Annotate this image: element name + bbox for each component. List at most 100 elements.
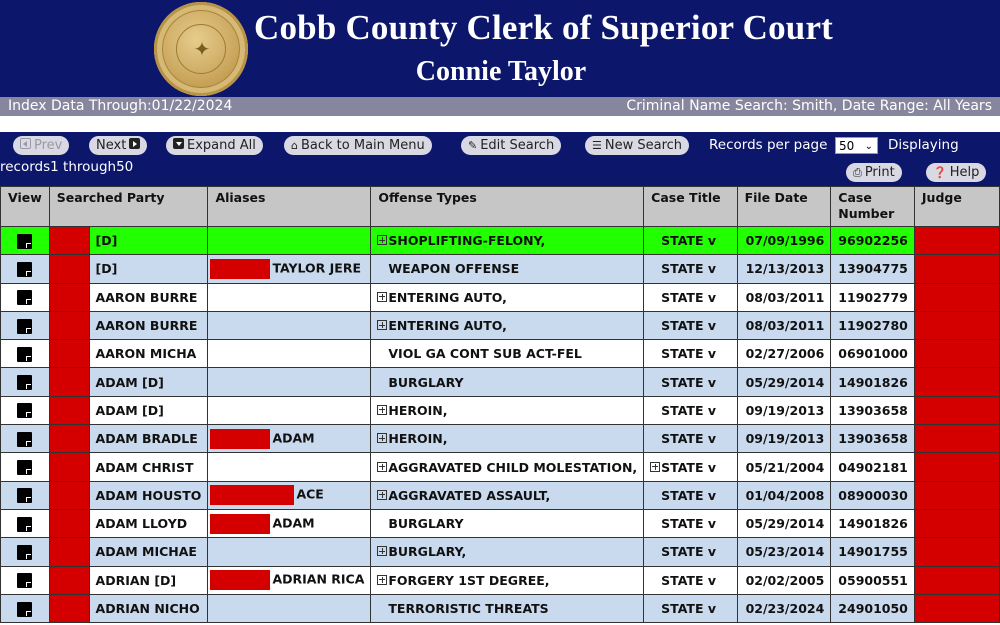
expand-all-button[interactable]: Expand All [166, 136, 263, 155]
view-document-icon[interactable] [17, 375, 33, 391]
file-date: 09/19/2013 [736, 424, 832, 454]
redacted-party-name [48, 395, 90, 426]
view-document-icon[interactable] [17, 261, 33, 277]
view-document-icon[interactable] [17, 460, 33, 476]
searched-party[interactable]: ADAM HOUSTO [88, 480, 209, 510]
case-title: STATE v [643, 282, 738, 312]
view-cell[interactable] [0, 282, 50, 312]
case-number[interactable]: 06901000 [830, 339, 915, 369]
case-number[interactable]: 14901755 [830, 537, 915, 567]
expand-plus-icon[interactable] [377, 404, 388, 415]
searched-party[interactable]: AARON MICHA [88, 339, 209, 369]
searched-party[interactable]: AARON BURRE [88, 282, 209, 312]
view-cell[interactable] [0, 395, 50, 426]
case-number[interactable]: 04902181 [830, 452, 915, 482]
col-aliases[interactable]: Aliases [207, 186, 372, 227]
case-number[interactable]: 24901050 [830, 593, 915, 624]
col-searched-party[interactable]: Searched Party [48, 186, 209, 227]
view-document-icon[interactable] [17, 290, 33, 306]
searched-party[interactable]: AARON BURRE [88, 310, 209, 341]
help-button[interactable]: ❓ Help [926, 163, 987, 182]
table-row: ADAM MICHAE BURGLARY, STATE v 05/23/2014 149… [0, 537, 1000, 567]
prev-button[interactable]: Prev [13, 136, 70, 155]
edit-search-button[interactable]: ✎ Edit Search [461, 136, 562, 155]
expand-plus-icon[interactable] [377, 433, 388, 444]
case-number[interactable]: 13904775 [830, 254, 915, 284]
case-number[interactable]: 05900551 [830, 565, 915, 595]
searched-party[interactable]: ADAM [D] [88, 395, 209, 426]
view-cell[interactable] [0, 367, 50, 397]
print-button[interactable]: ⎙ Print [846, 163, 902, 182]
offense-types: VIOL GA CONT SUB ACT-FEL [370, 339, 645, 369]
expand-plus-icon[interactable] [377, 235, 388, 246]
searched-party[interactable]: ADAM LLOYD [88, 508, 209, 539]
case-number[interactable]: 11902780 [830, 310, 915, 341]
case-number[interactable]: 96902256 [830, 225, 915, 256]
view-document-icon[interactable] [17, 431, 33, 447]
col-offense-types[interactable]: Offense Types [370, 186, 645, 227]
file-date: 01/04/2008 [736, 480, 832, 510]
view-cell[interactable] [0, 310, 50, 341]
view-document-icon[interactable] [17, 233, 33, 249]
searched-party[interactable]: [D] [88, 254, 209, 284]
view-document-icon[interactable] [17, 516, 33, 532]
view-cell[interactable] [0, 254, 50, 284]
question-circle-icon: ❓ [933, 166, 947, 179]
searched-party[interactable]: ADAM [D] [88, 367, 209, 397]
case-number[interactable]: 13903658 [830, 395, 915, 426]
case-number[interactable]: 08900030 [830, 480, 915, 510]
view-cell[interactable] [0, 339, 50, 369]
aliases: TAYLOR JERE [207, 254, 372, 284]
view-cell[interactable] [0, 537, 50, 567]
expand-plus-icon[interactable] [377, 291, 388, 302]
view-document-icon[interactable] [17, 346, 33, 362]
expand-plus-icon[interactable] [377, 320, 388, 331]
records-per-page-select[interactable]: 50 ⌄ [835, 137, 878, 154]
redacted-party-name [48, 282, 90, 312]
col-case-title[interactable]: Case Title [643, 186, 738, 227]
case-title: STATE v [643, 480, 738, 510]
col-view[interactable]: View [0, 186, 50, 227]
searched-party[interactable]: ADRIAN NICHO [88, 593, 209, 624]
view-cell[interactable] [0, 593, 50, 624]
case-number[interactable]: 14901826 [830, 367, 915, 397]
view-cell[interactable] [0, 480, 50, 510]
view-document-icon[interactable] [17, 573, 33, 589]
view-cell[interactable] [0, 452, 50, 482]
table-row: [D] TAYLOR JERE WEAPON OFFENSE STATE v 12/13… [0, 254, 1000, 284]
case-number[interactable]: 14901826 [830, 508, 915, 539]
new-search-button[interactable]: ☰ New Search [585, 136, 690, 155]
case-number[interactable]: 13903658 [830, 424, 915, 454]
searched-party[interactable]: ADAM BRADLE [88, 424, 209, 454]
edit-icon: ✎ [468, 139, 478, 152]
view-document-icon[interactable] [17, 488, 33, 504]
redacted-judge [913, 424, 1000, 454]
view-cell[interactable] [0, 565, 50, 595]
view-cell[interactable] [0, 508, 50, 539]
expand-plus-icon[interactable] [377, 574, 388, 585]
searched-party[interactable]: ADAM CHRIST [88, 452, 209, 482]
offense-types: AGGRAVATED CHILD MOLESTATION, [370, 452, 645, 482]
expand-plus-icon[interactable] [650, 461, 661, 472]
col-case-number[interactable]: Case Number [830, 186, 915, 227]
aliases [207, 282, 372, 312]
view-document-icon[interactable] [17, 318, 33, 334]
col-file-date[interactable]: File Date [736, 186, 832, 227]
searched-party[interactable]: [D] [88, 225, 209, 256]
case-title: STATE v [643, 537, 738, 567]
case-number[interactable]: 11902779 [830, 282, 915, 312]
col-judge[interactable]: Judge [913, 186, 1000, 227]
view-document-icon[interactable] [17, 601, 33, 617]
expand-plus-icon[interactable] [377, 489, 388, 500]
view-cell[interactable] [0, 225, 50, 256]
searched-party[interactable]: ADAM MICHAE [88, 537, 209, 567]
back-to-main-menu-button[interactable]: ⌂ Back to Main Menu [284, 136, 432, 155]
expand-plus-icon[interactable] [377, 546, 388, 557]
view-document-icon[interactable] [17, 544, 33, 560]
view-cell[interactable] [0, 424, 50, 454]
clerk-name: Connie Taylor [415, 56, 587, 87]
expand-plus-icon[interactable] [377, 461, 388, 472]
next-button[interactable]: Next [89, 136, 148, 155]
searched-party[interactable]: ADRIAN [D] [88, 565, 209, 595]
view-document-icon[interactable] [17, 403, 33, 419]
